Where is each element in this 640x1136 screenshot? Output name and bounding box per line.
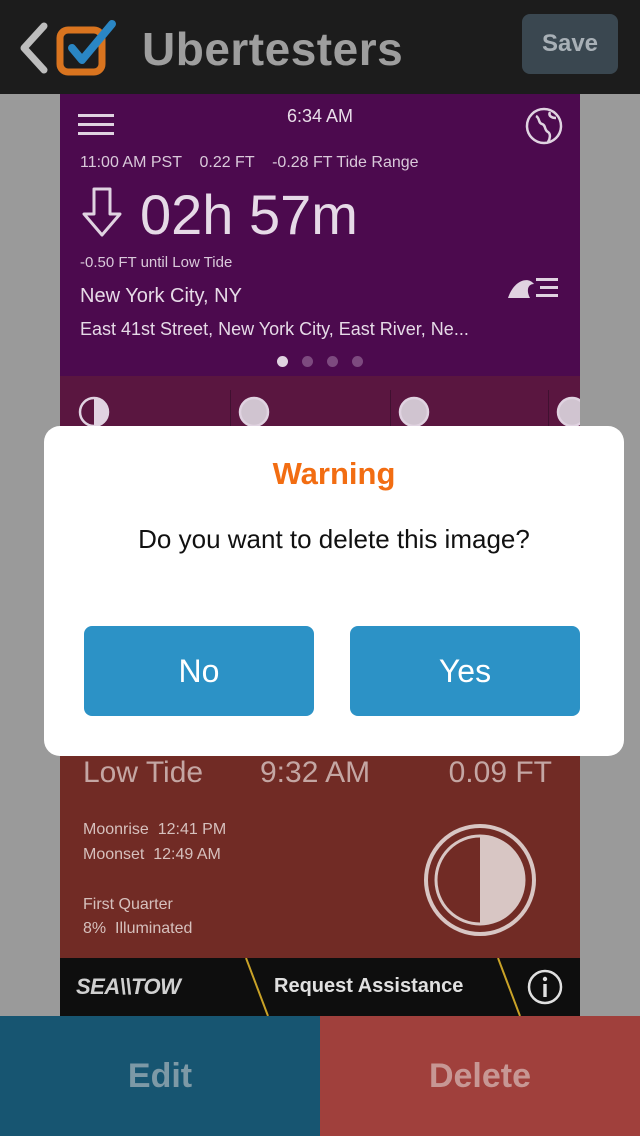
yes-button[interactable]: Yes — [350, 626, 580, 716]
full-moon-icon — [398, 396, 430, 428]
street-address: East 41st Street, New York City, East Ri… — [80, 319, 469, 339]
tide-countdown: 02h 57m — [140, 183, 358, 246]
page-dot — [352, 356, 363, 367]
page-dot — [277, 356, 288, 367]
city-name: New York City, NY — [80, 285, 242, 307]
seatow-logo: SEA\\TOW — [76, 974, 181, 999]
wave-icon — [508, 278, 558, 298]
delete-button[interactable]: Delete — [320, 1016, 640, 1136]
page-dot — [302, 356, 313, 367]
app-title: Ubertesters — [142, 23, 404, 75]
info-icon[interactable] — [527, 969, 563, 1005]
top-bar: Ubertesters Save — [0, 0, 640, 94]
full-moon-icon — [238, 396, 270, 428]
tide-info: 11:00 AM PST 0.22 FT -0.28 FT Tide Range — [80, 154, 419, 171]
dialog-message: Do you want to delete this image? — [138, 524, 530, 554]
no-button[interactable]: No — [84, 626, 314, 716]
full-moon-icon — [556, 396, 580, 428]
moon-phase-name: First Quarter — [83, 896, 173, 913]
moonset-text: Moonset 12:49 AM — [83, 846, 221, 863]
low-tide-label: Low Tide — [83, 756, 204, 789]
back-chevron-icon[interactable] — [14, 20, 54, 76]
status-time: 6:34 AM — [286, 106, 354, 126]
warning-dialog: Warning Do you want to delete this image… — [44, 426, 624, 756]
request-assistance-label: Request Assistance — [274, 975, 464, 997]
globe-icon — [525, 107, 563, 145]
page-dot — [327, 356, 338, 367]
down-arrow-icon — [82, 187, 122, 237]
half-moon-icon — [78, 396, 110, 428]
first-quarter-moon-icon — [424, 824, 536, 936]
tide-detail-panel: Low Tide 9:32 AM 0.09 FT Moonrise 12:41 … — [60, 748, 580, 958]
edit-button[interactable]: Edit — [0, 1016, 320, 1136]
dialog-title: Warning — [272, 456, 396, 491]
ad-banner[interactable]: SEA\\TOW Request Assistance — [60, 958, 580, 1016]
low-tide-height: 0.09 FT — [448, 756, 552, 789]
page-indicator — [60, 356, 580, 367]
tide-panel: 6:34 AM 11:00 AM PST 0.22 FT -0.28 FT Ti… — [60, 94, 580, 376]
until-low-tide: -0.50 FT until Low Tide — [80, 254, 233, 271]
moonrise-text: Moonrise 12:41 PM — [83, 821, 227, 838]
ubertesters-logo-icon — [56, 20, 116, 76]
moon-illumination: 8% Illuminated — [83, 920, 193, 937]
save-button[interactable]: Save — [522, 14, 618, 74]
low-tide-time: 9:32 AM — [260, 756, 371, 789]
